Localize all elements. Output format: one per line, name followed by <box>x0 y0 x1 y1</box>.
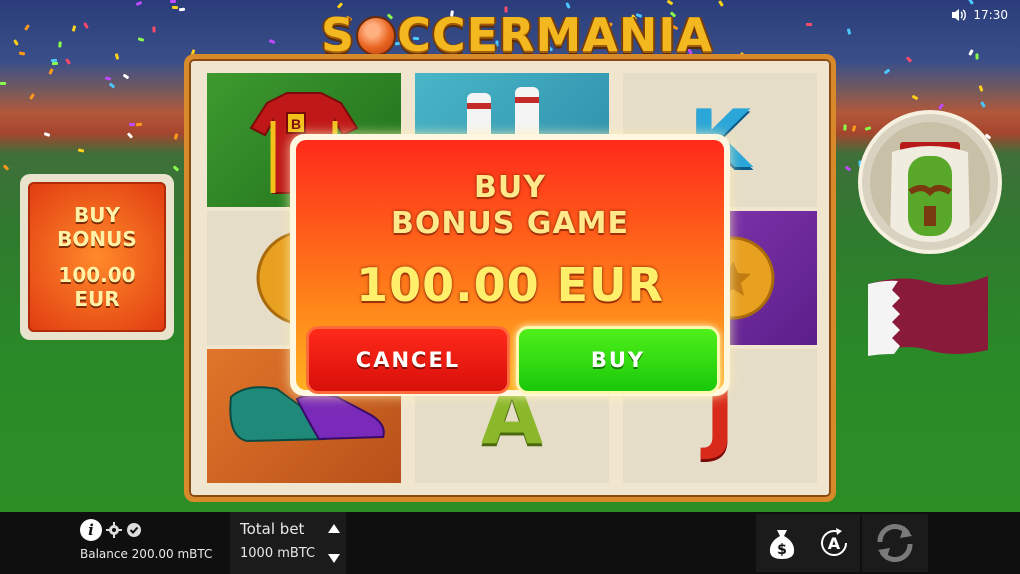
dialog-panel: BUY BONUS GAME 100.00 EUR CANCEL BUY <box>296 140 724 394</box>
buy-bonus-panel: BUY BONUS 100.00 EUR <box>28 182 166 332</box>
confetti-piece <box>806 23 812 26</box>
clock: 17:30 <box>973 8 1008 22</box>
confetti-piece <box>104 76 112 81</box>
balance-icons: i <box>80 518 230 542</box>
gear-icon[interactable] <box>106 522 122 538</box>
system-status: 17:30 <box>951 8 1008 22</box>
money-bag-button[interactable]: $ <box>756 514 808 572</box>
confetti-piece <box>173 133 179 140</box>
info-icon[interactable]: i <box>80 519 102 541</box>
confetti-piece <box>48 68 54 75</box>
confetti-piece <box>128 122 136 127</box>
autoplay-label: A <box>828 534 841 553</box>
dialog-price: 100.00 EUR <box>356 258 664 312</box>
confetti-piece <box>137 37 145 42</box>
game-stage: SCCERMANIA 17:30 BUY BONUS 100.00 EUR B <box>0 0 1020 512</box>
confetti-piece <box>24 24 30 31</box>
confetti-piece <box>911 94 919 101</box>
confetti-piece <box>152 26 156 33</box>
confetti-piece <box>114 53 120 60</box>
dialog-title-line1: BUY <box>474 170 546 205</box>
confetti-piece <box>851 125 857 132</box>
confetti-piece <box>108 82 116 89</box>
buy-bonus-line1: BUY <box>74 203 120 227</box>
confetti-piece <box>937 103 945 110</box>
confetti-piece <box>978 85 984 92</box>
confetti-piece <box>169 0 177 4</box>
confetti-piece <box>844 165 852 172</box>
confetti-piece <box>666 0 674 6</box>
autoplay-button[interactable]: A <box>808 514 860 572</box>
confetti-piece <box>50 58 58 63</box>
confetti-piece <box>135 0 143 7</box>
confetti-piece <box>968 0 974 5</box>
confetti-piece <box>968 49 974 56</box>
speaker-icon[interactable] <box>951 8 967 22</box>
buy-bonus-price: 100.00 <box>58 263 136 287</box>
confetti-piece <box>135 122 143 127</box>
confetti-piece <box>43 132 51 137</box>
balance-section: i Balance 200.00 mBTC <box>80 518 230 561</box>
qatar-flag-icon <box>868 276 988 356</box>
confetti-piece <box>51 61 59 66</box>
total-bet-section: Total bet 1000 mBTC <box>230 512 346 574</box>
confetti-piece <box>77 148 85 153</box>
character-avatar <box>858 110 1002 254</box>
autoplay-icon: A <box>821 528 847 557</box>
money-bag-icon: $ <box>769 530 795 559</box>
confetti-piece <box>29 93 35 100</box>
confetti-piece <box>64 58 72 65</box>
cactus-sheikh-icon <box>870 122 990 242</box>
balance-text: Balance 200.00 mBTC <box>80 547 213 561</box>
confetti-piece <box>975 53 979 60</box>
buy-bonus-button[interactable]: BUY BONUS 100.00 EUR <box>20 174 174 340</box>
confetti-piece <box>83 22 89 29</box>
confetti-piece <box>18 51 26 56</box>
confetti-piece <box>171 5 179 10</box>
confetti-piece <box>13 39 19 46</box>
arrow-up-icon[interactable] <box>328 524 340 533</box>
total-bet-label: Total bet <box>240 520 305 538</box>
confetti-piece <box>864 126 872 131</box>
spin-button[interactable] <box>862 514 928 572</box>
jersey-letter: B <box>291 116 301 132</box>
svg-text:$: $ <box>777 542 787 558</box>
confetti-piece <box>178 7 186 12</box>
arrow-down-icon[interactable] <box>328 554 340 563</box>
confetti-piece <box>71 25 77 32</box>
shield-check-icon[interactable] <box>126 522 142 538</box>
total-bet-value: 1000 mBTC <box>240 546 316 561</box>
bottom-bar: i Balance 200.00 mBTC Total bet 1000 mBT… <box>0 512 1020 574</box>
buy-bonus-line2: BONUS <box>57 227 137 251</box>
buy-button[interactable]: BUY <box>516 326 720 394</box>
confetti-piece <box>843 124 847 131</box>
confetti-piece <box>980 101 986 108</box>
buy-bonus-currency: EUR <box>74 287 120 311</box>
confetti-piece <box>122 73 130 80</box>
confetti-piece <box>846 28 852 35</box>
soccer-ball-icon <box>356 15 397 56</box>
confetti-piece <box>2 164 10 171</box>
confetti-piece <box>905 56 913 63</box>
confetti-piece <box>718 0 724 7</box>
cancel-button[interactable]: CANCEL <box>306 326 510 394</box>
spin-icon <box>877 523 913 563</box>
dialog-title-line2: BONUS GAME <box>390 206 630 241</box>
buy-bonus-dialog: BUY BONUS GAME 100.00 EUR CANCEL BUY <box>290 134 730 396</box>
confetti-piece <box>0 82 6 85</box>
confetti-piece <box>58 41 62 48</box>
confetti-piece <box>172 165 180 172</box>
confetti-piece <box>126 132 134 139</box>
confetti-piece <box>883 68 891 75</box>
